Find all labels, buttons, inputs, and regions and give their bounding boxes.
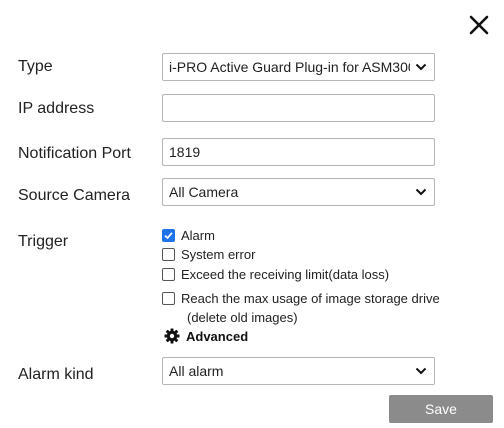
- alarm-kind-label: Alarm kind: [18, 366, 94, 383]
- advanced-label: Advanced: [186, 328, 249, 344]
- system-error-checkbox[interactable]: [162, 248, 175, 261]
- close-icon[interactable]: [468, 14, 490, 36]
- alarm-option-label: Alarm: [181, 228, 215, 243]
- trigger-storage-usage-option[interactable]: Reach the max usage of image storage dri…: [162, 290, 440, 307]
- type-label: Type: [18, 58, 53, 75]
- alarm-checkbox[interactable]: [162, 229, 175, 242]
- chevron-down-icon: [414, 367, 428, 375]
- type-select-value: i-PRO Active Guard Plug-in for ASM300: [169, 59, 410, 75]
- chevron-down-icon: [414, 188, 428, 196]
- chevron-down-icon: [414, 63, 428, 71]
- source-camera-select[interactable]: All Camera: [162, 178, 435, 206]
- trigger-receiving-limit-option[interactable]: Exceed the receiving limit(data loss): [162, 266, 389, 283]
- storage-usage-note: (delete old images): [187, 310, 298, 325]
- trigger-label: Trigger: [18, 233, 69, 250]
- advanced-link[interactable]: Advanced: [164, 328, 248, 344]
- notification-port-input[interactable]: [162, 138, 435, 166]
- receiving-limit-option-label: Exceed the receiving limit(data loss): [181, 267, 390, 282]
- alarm-kind-value: All alarm: [169, 363, 224, 379]
- type-select[interactable]: i-PRO Active Guard Plug-in for ASM300: [162, 53, 435, 81]
- ip-address-label: IP address: [18, 100, 95, 117]
- storage-usage-checkbox[interactable]: [162, 292, 175, 305]
- source-camera-label: Source Camera: [18, 187, 131, 204]
- source-camera-value: All Camera: [169, 184, 239, 200]
- alarm-kind-select[interactable]: All alarm: [162, 357, 435, 385]
- save-button[interactable]: Save: [389, 395, 493, 423]
- storage-usage-option-label: Reach the max usage of image storage dri…: [181, 291, 440, 306]
- trigger-alarm-option[interactable]: Alarm: [162, 227, 215, 244]
- receiving-limit-checkbox[interactable]: [162, 268, 175, 281]
- dialog: Type i-PRO Active Guard Plug-in for ASM3…: [0, 0, 504, 428]
- ip-address-input[interactable]: [162, 94, 435, 122]
- trigger-system-error-option[interactable]: System error: [162, 246, 255, 263]
- notification-port-label: Notification Port: [18, 145, 131, 162]
- gear-icon: [164, 328, 180, 344]
- checkmark-icon: [164, 232, 173, 240]
- system-error-option-label: System error: [181, 247, 256, 262]
